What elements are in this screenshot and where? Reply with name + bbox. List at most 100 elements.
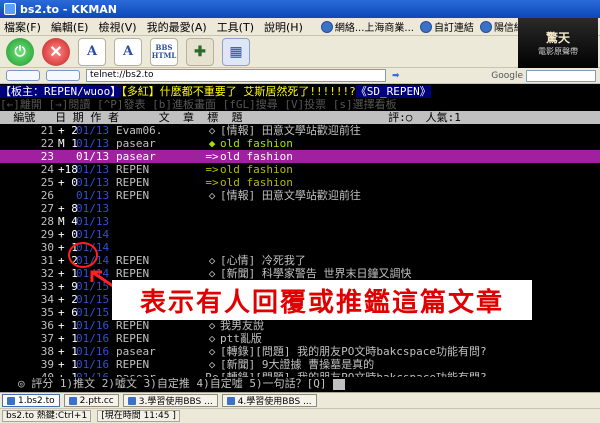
article-number: 32 <box>40 267 54 280</box>
article-author: REPEN <box>116 358 150 371</box>
push-count <box>58 150 76 163</box>
menu-help[interactable]: 說明(H) <box>264 19 303 35</box>
google-search-input[interactable] <box>526 69 596 82</box>
article-author <box>116 202 204 215</box>
article-date: 01/13 <box>76 150 110 163</box>
rating-prompt: ◎ 評分 1)推文 2)噓文 3)自定推 4)自定噓 5)一句話？[Q] <box>0 377 600 390</box>
article-row[interactable]: 25 + 0 01/13 REPEN => old fashion <box>0 176 600 189</box>
window-titlebar: bs2.to - KKMAN <box>0 0 600 18</box>
article-title: old fashion <box>220 150 293 163</box>
tab-learn-bbs-1[interactable]: 3.學習使用BBS ... <box>122 394 218 407</box>
url-field[interactable]: telnet://bs2.to <box>86 69 386 82</box>
article-author: REPEN <box>116 176 150 189</box>
article-symbol: => <box>205 150 219 163</box>
google-search: Google <box>491 69 596 82</box>
article-row[interactable]: 37 + 1 01/16 REPEN ◇ ptt亂版 <box>0 332 600 345</box>
article-number: 34 <box>40 293 54 306</box>
quick-link-2[interactable]: 自訂連結 <box>419 19 474 34</box>
annotation-label: 表示有人回覆或推鑑這篇文章 <box>112 280 532 320</box>
article-row[interactable]: 28 M 4 01/13 <box>0 215 600 228</box>
article-author: pasear <box>116 150 156 163</box>
article-row[interactable]: 21 + 2 01/13 Evam06. ◇ [情報] 田意文學站歡迎前往 <box>0 124 600 137</box>
menu-tools[interactable]: 工具(T) <box>217 19 254 35</box>
push-count: + 1 <box>58 358 78 371</box>
article-symbol: ◇ <box>208 345 216 358</box>
tab-learn-bbs-2[interactable]: 4.學習使用BBS ... <box>221 394 317 407</box>
article-date: 01/16 <box>76 332 110 345</box>
push-count: +18 <box>58 163 78 176</box>
article-date: 01/16 <box>76 345 110 358</box>
article-symbol: ◇ <box>208 267 216 280</box>
article-author: REPEN <box>116 267 150 280</box>
push-count: + 1 <box>58 319 78 332</box>
nav-pill-web[interactable] <box>6 70 40 81</box>
article-number: 28 <box>40 215 54 228</box>
article-title: old fashion <box>220 163 293 176</box>
article-author <box>116 215 204 228</box>
menu-favorites[interactable]: 我的最愛(A) <box>147 19 207 35</box>
globe-icon <box>419 20 432 33</box>
article-author: REPEN <box>116 254 150 267</box>
quick-link-1[interactable]: 網絡...上海商業... <box>320 19 414 34</box>
menu-view[interactable]: 檢視(V) <box>98 19 136 35</box>
go-arrow-icon[interactable]: ➡ <box>392 71 400 81</box>
tab-bar: 1.bs2.to 2.ptt.cc 3.學習使用BBS ... 4.學習使用BB… <box>0 392 600 408</box>
push-count: + 6 <box>58 306 78 319</box>
article-row[interactable]: 27 + 8 01/13 <box>0 202 600 215</box>
connect-button[interactable]: ⏻ <box>6 37 34 66</box>
article-author <box>116 228 204 241</box>
window-title: bs2.to - KKMAN <box>20 2 118 16</box>
article-title <box>220 202 600 215</box>
article-title <box>220 215 600 228</box>
article-number: 35 <box>40 306 54 319</box>
push-count: + 1 <box>58 267 78 280</box>
article-number: 26 <box>40 189 54 202</box>
article-number: 30 <box>40 241 54 254</box>
globe-icon <box>320 20 333 33</box>
cube-icon[interactable]: ▦ <box>222 37 250 66</box>
toolbar: ⏻ ✕ A A BBS HTML ✚ ▦ <box>0 36 600 68</box>
article-row[interactable]: 24 +18 01/13 REPEN => old fashion <box>0 163 600 176</box>
tab-ptt[interactable]: 2.ptt.cc <box>63 394 119 407</box>
menu-edit[interactable]: 編輯(E) <box>51 19 89 35</box>
article-date: 01/16 <box>76 319 110 332</box>
cursor <box>333 378 346 390</box>
article-row[interactable]: 38 + 1 01/16 pasear ◇ [轉錄][問題] 我的朋友PO文時bakcsp… <box>0 345 600 358</box>
article-row[interactable]: 22 M 1 01/13 pasear ◆ old fashion <box>0 137 600 150</box>
article-row[interactable]: 39 + 1 01/16 REPEN ◇ [新聞] 9大證據 曹操墓是真的 <box>0 358 600 371</box>
article-symbol: => <box>205 163 219 176</box>
article-symbol: => <box>205 176 219 189</box>
ad-banner[interactable]: 驚天 電影原聲帶 <box>518 18 598 68</box>
article-title <box>220 241 600 254</box>
article-row[interactable]: 23 01/13 pasear => old fashion <box>0 150 600 163</box>
terminal-screen[interactable]: 【板主：REPEN/wuoo】【多紅】什麼都不重要了 艾斯居然死了!!!!!!?… <box>0 84 600 392</box>
address-bar: telnet://bs2.to ➡ Google <box>0 68 600 84</box>
article-author: pasear <box>116 345 156 358</box>
nav-pill-bbs[interactable] <box>46 70 80 81</box>
article-symbol <box>204 241 220 254</box>
article-title: [情報] 田意文學站歡迎前往 <box>220 124 361 137</box>
font-style-button[interactable]: A <box>114 37 142 66</box>
article-title: [新聞] 科學家警告 世界末日鐘又調快 <box>220 267 412 280</box>
push-count: M 1 <box>58 137 78 150</box>
article-date: 01/15 <box>76 306 110 319</box>
tab-bs2[interactable]: 1.bs2.to <box>2 394 60 407</box>
article-row[interactable]: 26 01/13 REPEN ◇ [情報] 田意文學站歡迎前往 <box>0 189 600 202</box>
article-title: [情報] 田意文學站歡迎前往 <box>220 189 361 202</box>
help-line: [←]離開 [→]閱讀 [^P]發表 [b]進板畫面 [fGL]搜尋 [V]投票… <box>0 98 397 111</box>
google-label: Google <box>491 70 523 81</box>
article-title: [心情] 冷死我了 <box>220 254 306 267</box>
article-symbol: ◇ <box>208 319 216 332</box>
bbs-to-html-button[interactable]: BBS HTML <box>150 37 178 66</box>
article-row[interactable]: 36 + 1 01/16 REPEN ◇ 我男友說 <box>0 319 600 332</box>
menu-file[interactable]: 檔案(F) <box>4 19 41 35</box>
tab-icon <box>226 396 235 405</box>
article-symbol: ◇ <box>208 124 216 137</box>
font-size-button[interactable]: A <box>78 37 106 66</box>
disconnect-button[interactable]: ✕ <box>42 37 70 66</box>
article-number: 33 <box>40 280 54 293</box>
extension-icon[interactable]: ✚ <box>186 37 214 66</box>
push-count: + 8 <box>58 202 78 215</box>
article-row[interactable]: 29 + 0 01/14 <box>0 228 600 241</box>
board-header: 【板主：REPEN/wuoo】【多紅】什麼都不重要了 艾斯居然死了!!!!!!?… <box>0 85 431 98</box>
